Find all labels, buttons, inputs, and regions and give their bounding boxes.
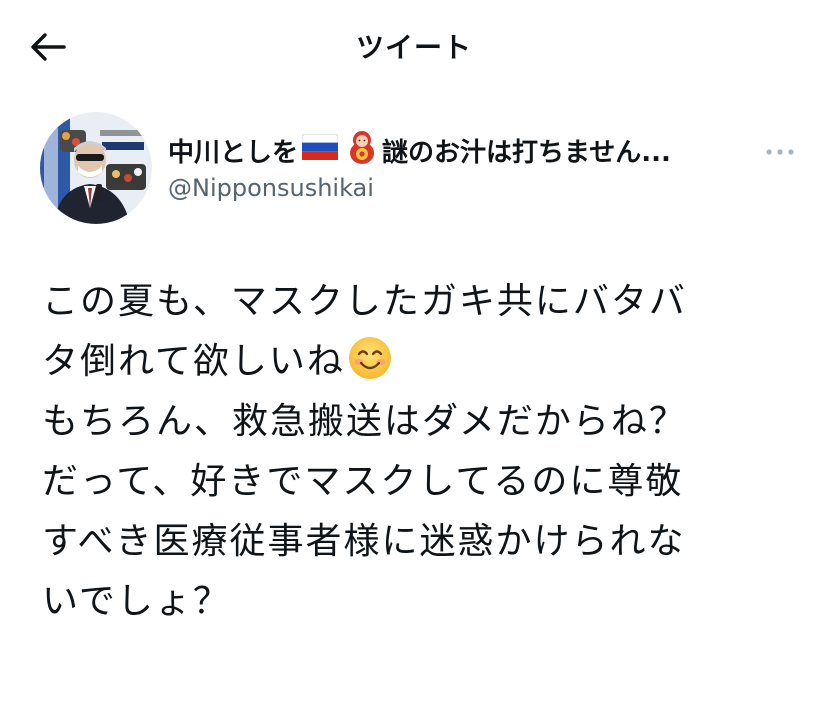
tweet-line-text: タ倒れて欲しいね: [42, 341, 345, 382]
tweet-author: 中川としを 謎のお汁は打ちません... @Nipponsushikai: [40, 112, 800, 228]
more-options-button[interactable]: [760, 138, 800, 166]
tweet-body: この夏も、マスクしたガキ共にバタバ タ倒れて欲しいね もちろん、救急搬送はダメだ…: [42, 272, 802, 632]
matryoshka-icon: [348, 130, 376, 171]
top-bar: ツイート: [0, 0, 828, 92]
more-dots-icon: [766, 149, 794, 155]
display-name-suffix: 謎のお汁は打ちません...: [382, 137, 671, 168]
tweet-line: だって、好きでマスクしてるのに尊敬: [42, 461, 684, 502]
avatar[interactable]: [40, 112, 152, 224]
display-name-text: 中川としを: [168, 137, 299, 168]
display-name[interactable]: 中川としを 謎のお汁は打ちません...: [168, 130, 768, 170]
tweet-line: この夏も、マスクしたガキ共にバタバ: [42, 281, 687, 322]
tweet-line: タ倒れて欲しいね: [42, 332, 802, 392]
avatar-photo: [40, 112, 152, 224]
tweet-line: もちろん、救急搬送はダメだからね？: [42, 401, 687, 442]
tweet-line: すべき医療従事者様に迷惑かけられな: [42, 521, 686, 562]
tweet-line: いでしょ？: [42, 581, 231, 622]
author-names: 中川としを 謎のお汁は打ちません... @Nipponsushikai: [168, 130, 768, 202]
smiling-face-icon: [347, 335, 393, 400]
user-handle[interactable]: @Nipponsushikai: [168, 174, 768, 202]
page-title: ツイート: [355, 31, 472, 64]
russia-flag-icon: [301, 133, 339, 167]
